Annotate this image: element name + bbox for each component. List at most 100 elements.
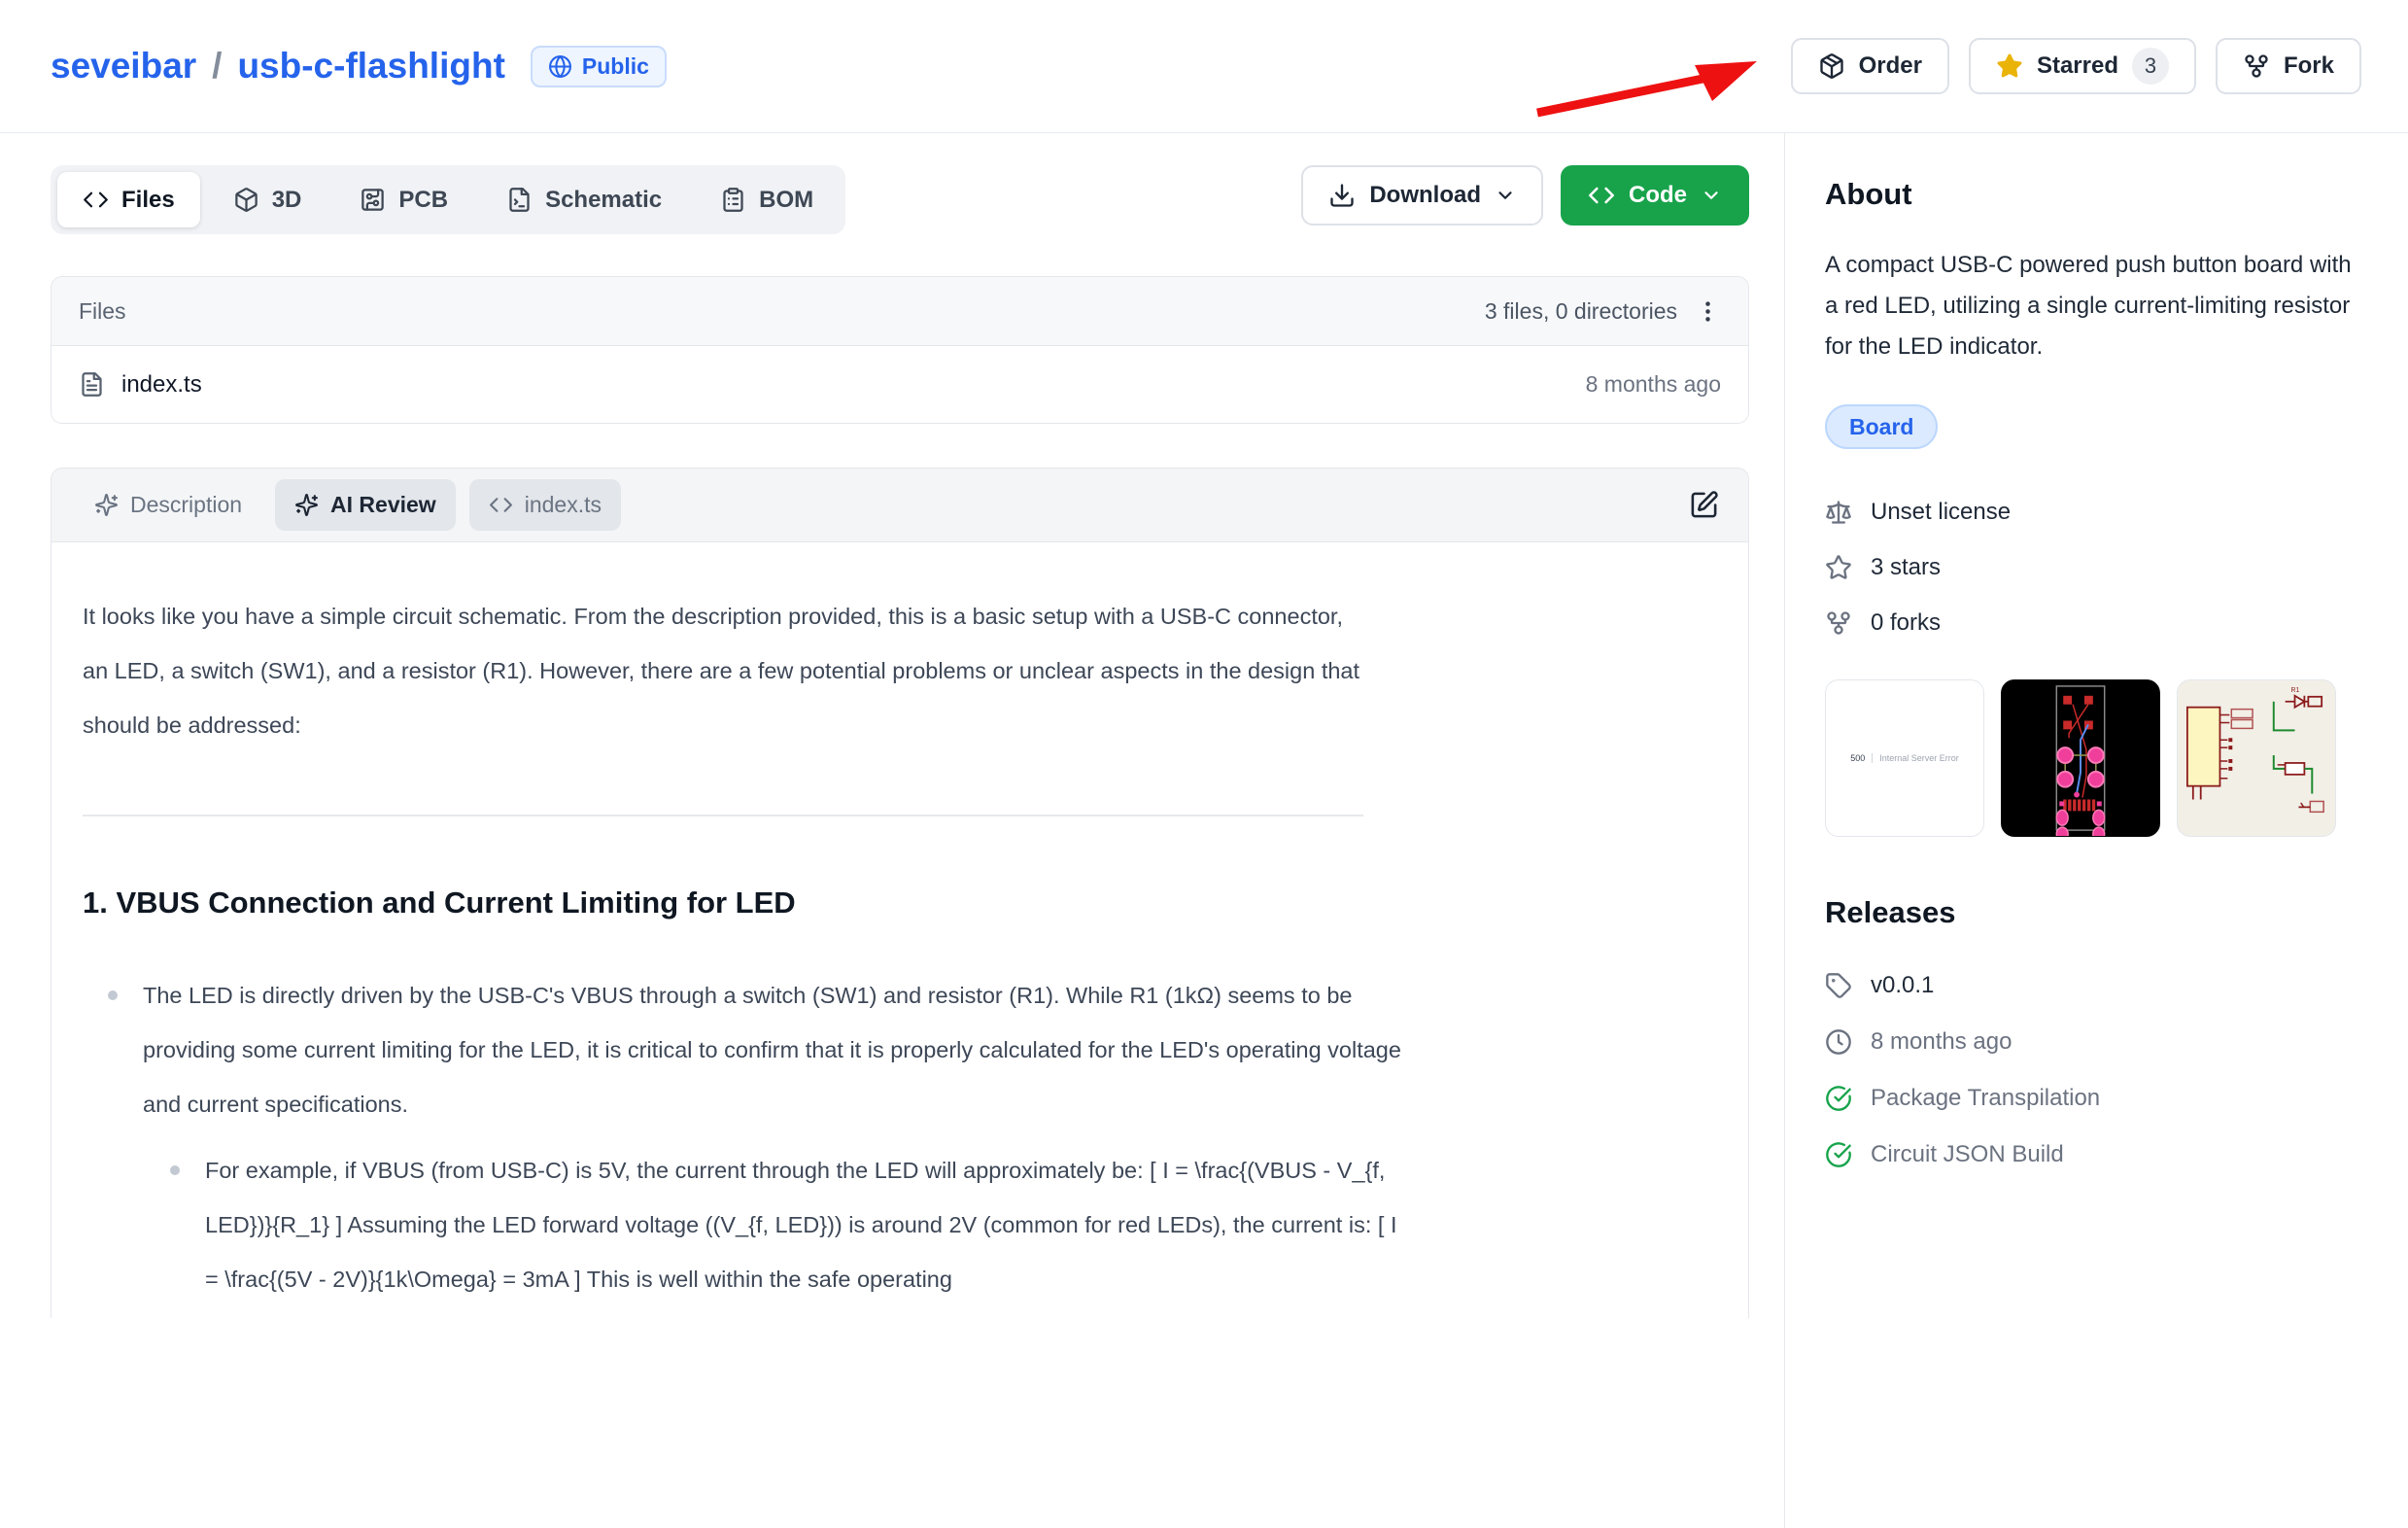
tag-icon xyxy=(1825,972,1852,999)
thumbnail-schematic-preview[interactable]: R1 xyxy=(2177,679,2336,837)
forks-label: 0 forks xyxy=(1871,609,1941,637)
tab-description[interactable]: Description xyxy=(75,479,261,531)
tab-ai-review[interactable]: AI Review xyxy=(275,479,456,531)
about-description: A compact USB-C powered push button boar… xyxy=(1825,245,2352,367)
visibility-badge: Public xyxy=(531,46,667,87)
review-section-heading: 1. VBUS Connection and Current Limiting … xyxy=(83,883,1717,923)
license-label: Unset license xyxy=(1871,499,2011,526)
fork-icon xyxy=(2243,52,2270,80)
review-sub-bullet-item: For example, if VBUS (from USB-C) is 5V,… xyxy=(205,1143,1406,1306)
release-version-row[interactable]: v0.0.1 xyxy=(1825,957,2352,1014)
error-code: 500 xyxy=(1850,753,1873,763)
svg-text:R1: R1 xyxy=(2291,687,2300,694)
clock-icon xyxy=(1825,1028,1852,1056)
thumbnail-3d-preview[interactable]: 500 Internal Server Error xyxy=(1825,679,1984,837)
forks-row[interactable]: 0 forks xyxy=(1825,595,2352,650)
content-card: Description AI Review index.ts It looks … xyxy=(51,468,1749,1318)
edit-button[interactable] xyxy=(1683,484,1725,526)
tab-index-ts[interactable]: index.ts xyxy=(469,479,621,531)
file-terminal-icon xyxy=(506,187,533,213)
main-column: Files 3D PCB Schematic BOM xyxy=(51,165,1749,1318)
tab-bom[interactable]: BOM xyxy=(695,172,839,227)
scale-icon xyxy=(1825,499,1852,526)
thumbnail-pcb-preview[interactable] xyxy=(2001,679,2160,837)
order-button-label: Order xyxy=(1859,52,1922,80)
repo-name-link[interactable]: usb-c-flashlight xyxy=(237,46,504,87)
download-button[interactable]: Download xyxy=(1301,165,1543,226)
file-row-index-ts[interactable]: index.ts 8 months ago xyxy=(52,346,1748,423)
release-age-row: 8 months ago xyxy=(1825,1014,2352,1070)
code-icon xyxy=(1588,182,1615,209)
license-row: Unset license xyxy=(1825,484,2352,539)
tab-index-ts-label: index.ts xyxy=(525,492,602,518)
tab-pcb-label: PCB xyxy=(398,187,448,214)
tab-schematic-label: Schematic xyxy=(545,187,662,214)
build-transpilation-row[interactable]: Package Transpilation xyxy=(1825,1070,2352,1127)
header-actions: Order Starred 3 Fork xyxy=(1791,38,2361,94)
check-circle-icon xyxy=(1825,1085,1852,1112)
review-bullet-item: The LED is directly driven by the USB-C'… xyxy=(143,968,1406,1306)
release-version-label: v0.0.1 xyxy=(1871,972,1934,999)
about-title: About xyxy=(1825,177,2352,212)
code-icon xyxy=(83,187,109,213)
repo-owner-link[interactable]: seveibar xyxy=(51,46,196,87)
starred-button-label: Starred xyxy=(2037,52,2118,80)
code-button[interactable]: Code xyxy=(1561,165,1749,226)
chevron-down-icon xyxy=(1495,185,1516,206)
build-circuit-json-row[interactable]: Circuit JSON Build xyxy=(1825,1127,2352,1183)
files-menu-button[interactable] xyxy=(1695,298,1721,325)
content-tab-bar: Description AI Review index.ts xyxy=(52,469,1748,542)
files-card: Files 3 files, 0 directories index.ts 8 … xyxy=(51,276,1749,424)
star-icon xyxy=(1825,554,1852,581)
review-intro-paragraph: It looks like you have a simple circuit … xyxy=(83,589,1365,752)
tab-3d-label: 3D xyxy=(272,187,302,214)
kebab-menu-icon xyxy=(1695,298,1721,325)
review-sub-bullet-list: For example, if VBUS (from USB-C) is 5V,… xyxy=(143,1143,1406,1306)
page-header: seveibar / usb-c-flashlight Public Order… xyxy=(0,0,2408,133)
breadcrumb-separator: / xyxy=(212,46,222,87)
toolbar-row: Files 3D PCB Schematic BOM xyxy=(51,165,1749,234)
starred-button[interactable]: Starred 3 xyxy=(1969,38,2196,94)
tab-pcb[interactable]: PCB xyxy=(334,172,473,227)
edit-pencil-icon xyxy=(1689,490,1719,520)
check-circle-icon xyxy=(1825,1141,1852,1168)
sidebar-divider xyxy=(1784,133,1785,1528)
package-icon xyxy=(1818,52,1845,80)
tab-3d[interactable]: 3D xyxy=(208,172,327,227)
build-transpilation-label: Package Transpilation xyxy=(1871,1085,2100,1112)
content-divider xyxy=(83,815,1363,816)
stars-label: 3 stars xyxy=(1871,554,1941,581)
tag-board[interactable]: Board xyxy=(1825,404,1938,449)
fork-button[interactable]: Fork xyxy=(2216,38,2361,94)
globe-icon xyxy=(548,54,572,79)
repository-page: seveibar / usb-c-flashlight Public Order… xyxy=(0,0,2408,1528)
ai-review-content: It looks like you have a simple circuit … xyxy=(52,542,1748,1306)
sidebar: About A compact USB-C powered push butto… xyxy=(1825,165,2352,1183)
tab-files[interactable]: Files xyxy=(57,172,200,227)
file-name-label: index.ts xyxy=(121,371,202,399)
tab-schematic[interactable]: Schematic xyxy=(481,172,687,227)
order-button[interactable]: Order xyxy=(1791,38,1949,94)
pcb-preview-art xyxy=(2002,679,2159,837)
download-icon xyxy=(1328,182,1356,209)
files-summary: 3 files, 0 directories xyxy=(1485,298,1677,325)
tab-files-label: Files xyxy=(121,187,175,214)
download-button-label: Download xyxy=(1369,182,1481,209)
red-arrow-annotation xyxy=(1526,49,1764,126)
release-age-label: 8 months ago xyxy=(1871,1028,2012,1056)
build-circuit-json-label: Circuit JSON Build xyxy=(1871,1141,2064,1168)
visibility-badge-label: Public xyxy=(582,53,649,80)
code-icon xyxy=(489,493,513,517)
tab-ai-review-label: AI Review xyxy=(330,492,436,518)
review-sub-bullet-text: For example, if VBUS (from USB-C) is 5V,… xyxy=(205,1158,1396,1292)
error-message: Internal Server Error xyxy=(1879,753,1959,763)
thumbnail-error-text: 500 Internal Server Error xyxy=(1850,753,1959,763)
files-card-header: Files 3 files, 0 directories xyxy=(52,277,1748,346)
toolbar-buttons: Download Code xyxy=(1301,165,1749,226)
tab-bom-label: BOM xyxy=(759,187,813,214)
preview-thumbnails: 500 Internal Server Error xyxy=(1825,679,2352,837)
sparkles-icon xyxy=(294,493,319,517)
sparkles-icon xyxy=(94,493,119,517)
stars-row[interactable]: 3 stars xyxy=(1825,539,2352,595)
review-bullet-list: The LED is directly driven by the USB-C'… xyxy=(83,968,1717,1306)
